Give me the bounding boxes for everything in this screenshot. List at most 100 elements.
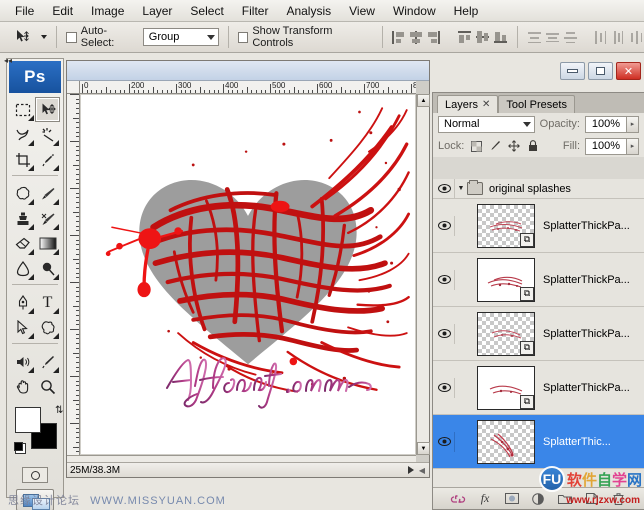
tool-pen[interactable] [10,290,35,315]
table-row[interactable]: ⧉ SplatterThickPa... [433,307,644,361]
default-colors-icon[interactable] [15,443,26,454]
tool-horizontal-type[interactable]: T [35,290,60,315]
layer-name[interactable]: SplatterThickPa... [543,220,630,232]
tab-tool-presets[interactable]: Tool Presets [498,95,575,113]
distribute-left-edges-icon[interactable] [593,30,608,45]
tool-move[interactable] [35,97,60,122]
new-fill-adjustment-layer-icon[interactable] [530,491,546,507]
table-row[interactable]: ⧉ SplatterThickPa... [433,361,644,415]
tool-preset-picker-caret-icon[interactable] [41,35,47,39]
tool-rectangular-marquee[interactable] [10,97,35,122]
table-row[interactable]: ⧉ SplatterThickPa... [433,199,644,253]
layer-thumbnail[interactable]: ⧉ [477,312,535,356]
quick-mask-mode-icon[interactable] [22,467,48,483]
tool-custom-shape[interactable] [35,315,60,340]
tool-zoom[interactable] [35,374,60,399]
tool-hand[interactable] [10,374,35,399]
tool-gradient[interactable] [35,231,60,256]
layer-thumbnail[interactable]: ⧉ [477,204,535,248]
layer-name[interactable]: SplatterThickPa... [543,274,630,286]
tool-lasso[interactable] [10,122,35,147]
layer-thumbnail[interactable]: ⧉ [477,258,535,302]
table-row[interactable]: SplatterThic... [433,415,644,469]
fill-control[interactable]: 100% ▸ [585,138,639,155]
menu-item-analysis[interactable]: Analysis [277,2,340,20]
layer-visibility-toggle[interactable] [435,378,455,398]
tool-eraser[interactable] [10,231,35,256]
menu-item-filter[interactable]: Filter [233,2,278,20]
lock-transparent-pixels-icon[interactable] [469,139,483,153]
layer-visibility-toggle[interactable] [435,216,455,236]
opacity-value[interactable]: 100% [585,116,627,133]
restore-button[interactable] [588,62,613,80]
scroll-up-arrow-icon[interactable]: ▲ [417,94,430,107]
tool-clone-stamp[interactable] [10,206,35,231]
lock-all-icon[interactable] [526,139,540,153]
align-top-edges-icon[interactable] [457,30,472,45]
layer-name[interactable]: SplatterThickPa... [543,328,630,340]
opacity-spinner-icon[interactable]: ▸ [627,116,639,133]
tool-eyedropper-secondary[interactable] [35,349,60,374]
toolbar-collapse-button[interactable]: ◂◂ [4,56,12,65]
add-layer-mask-icon[interactable] [504,491,520,507]
distribute-right-edges-icon[interactable] [629,30,644,45]
horizontal-ruler[interactable]: 0200300400500600700800 [80,81,416,94]
menu-item-help[interactable]: Help [445,2,488,20]
scroll-down-arrow-icon[interactable]: ▼ [417,442,430,455]
opacity-control[interactable]: 100% ▸ [585,116,639,133]
menu-item-image[interactable]: Image [82,2,133,20]
tool-magic-wand[interactable] [35,122,60,147]
layer-name[interactable]: SplatterThic... [543,436,611,448]
align-bottom-edges-icon[interactable] [493,30,508,45]
menu-item-layer[interactable]: Layer [133,2,181,20]
distribute-vertical-centers-icon[interactable] [545,30,560,45]
vertical-ruler[interactable] [67,94,80,455]
align-right-edges-icon[interactable] [427,30,442,45]
tool-dodge[interactable] [35,256,60,281]
tool-blur[interactable] [10,256,35,281]
move-tool-icon[interactable] [8,26,37,48]
layer-group-row[interactable]: ▼ original splashes [433,179,644,199]
tool-audio-annotation[interactable] [10,349,35,374]
tab-layers[interactable]: Layers ✕ [437,95,498,113]
menu-item-file[interactable]: File [6,2,43,20]
align-horizontal-centers-icon[interactable] [409,30,424,45]
swap-colors-icon[interactable]: ⇅ [55,405,63,416]
add-layer-style-icon[interactable]: fx [477,491,493,507]
align-left-edges-icon[interactable] [391,30,406,45]
fill-value[interactable]: 100% [585,138,627,155]
close-button[interactable]: ✕ [616,62,641,80]
menu-item-window[interactable]: Window [384,2,445,20]
blend-mode-dropdown[interactable]: Normal [438,116,535,133]
auto-select-dropdown[interactable]: Group [143,28,219,46]
group-disclosure-triangle-icon[interactable]: ▼ [455,185,467,192]
canvas-vertical-scrollbar[interactable]: ▲ ▼ [416,94,429,455]
tool-spot-healing-brush[interactable] [10,181,35,206]
menu-item-select[interactable]: Select [181,2,232,20]
distribute-horizontal-centers-icon[interactable] [611,30,626,45]
layer-visibility-toggle[interactable] [435,270,455,290]
distribute-top-edges-icon[interactable] [527,30,542,45]
close-icon[interactable]: ✕ [482,99,490,110]
layer-list[interactable]: ▼ original splashes ⧉ SplatterThickPa... [433,179,644,487]
layer-thumbnail[interactable] [477,420,535,464]
layer-visibility-toggle[interactable] [435,324,455,344]
menu-item-edit[interactable]: Edit [43,2,82,20]
layer-thumbnail[interactable]: ⧉ [477,366,535,410]
tool-crop[interactable] [10,147,35,172]
table-row[interactable]: ⧉ SplatterThickPa... [433,253,644,307]
tool-brush[interactable] [35,181,60,206]
document-titlebar[interactable] [67,61,429,81]
layer-name[interactable]: SplatterThickPa... [543,382,630,394]
menu-item-view[interactable]: View [340,2,384,20]
auto-select-checkbox[interactable] [66,32,77,43]
layer-group-name[interactable]: original splashes [489,183,571,195]
status-menu-arrow-icon[interactable] [408,466,414,474]
lock-image-pixels-icon[interactable] [488,139,502,153]
link-layers-icon[interactable] [450,491,466,507]
foreground-color-swatch[interactable] [15,407,41,433]
fill-spinner-icon[interactable]: ▸ [627,138,639,155]
layer-visibility-toggle[interactable] [435,179,455,199]
show-transform-controls-checkbox[interactable] [238,32,249,43]
layer-visibility-toggle[interactable] [435,432,455,452]
